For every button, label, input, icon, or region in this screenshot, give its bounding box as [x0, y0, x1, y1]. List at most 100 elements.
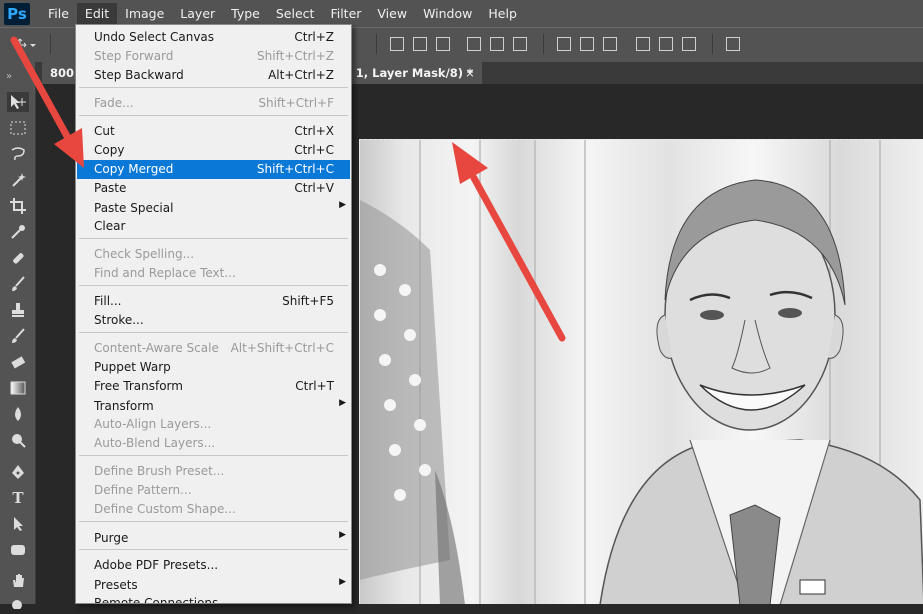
distribute-vertical-center-icon[interactable]: [580, 37, 594, 51]
healing-brush-tool-icon[interactable]: [7, 248, 29, 268]
menu-item-label: Define Pattern...: [94, 483, 192, 497]
menu-item-label: Transform: [94, 399, 154, 413]
menu-item-label: Define Custom Shape...: [94, 502, 236, 516]
menu-file[interactable]: File: [40, 3, 77, 24]
crop-tool-icon[interactable]: [7, 196, 29, 216]
brush-tool-icon[interactable]: [7, 274, 29, 294]
blur-tool-icon[interactable]: [7, 404, 29, 424]
distribute-bottom-icon[interactable]: [603, 37, 617, 51]
menu-item-define-brush[interactable]: Define Brush Preset...: [77, 462, 350, 481]
menu-item-remote-connections[interactable]: Remote Connections...: [77, 594, 350, 603]
menu-item-shortcut: Shift+Ctrl+F: [258, 96, 334, 110]
menu-item-free-transform[interactable]: Free Transform Ctrl+T: [77, 377, 350, 396]
menu-item-copy-merged[interactable]: Copy Merged Shift+Ctrl+C: [77, 160, 350, 179]
menu-item-presets[interactable]: Presets ▶: [77, 576, 350, 595]
auto-align-icon[interactable]: [726, 37, 740, 51]
menu-item-cut[interactable]: Cut Ctrl+X: [77, 122, 350, 141]
history-brush-tool-icon[interactable]: [7, 326, 29, 346]
pen-tool-icon[interactable]: [7, 462, 29, 482]
clone-stamp-tool-icon[interactable]: [7, 300, 29, 320]
menu-help[interactable]: Help: [480, 3, 525, 24]
distribute-left-icon[interactable]: [636, 37, 650, 51]
lasso-tool-icon[interactable]: [7, 144, 29, 164]
menu-item-step-forward[interactable]: Step Forward Shift+Ctrl+Z: [77, 47, 350, 66]
menu-item-find-replace[interactable]: Find and Replace Text...: [77, 264, 350, 283]
menu-item-clear[interactable]: Clear: [77, 217, 350, 236]
menu-item-pdf-presets[interactable]: Adobe PDF Presets...: [77, 556, 350, 575]
align-right-icon[interactable]: [513, 37, 527, 51]
menu-item-copy[interactable]: Copy Ctrl+C: [77, 141, 350, 160]
eyedropper-tool-icon[interactable]: [7, 222, 29, 242]
menu-item-label: Cut: [94, 124, 115, 138]
move-tool-icon[interactable]: [7, 92, 29, 112]
menu-item-label: Find and Replace Text...: [94, 266, 236, 280]
menu-separator: [79, 115, 348, 116]
photoshop-logo: Ps: [4, 2, 30, 25]
distribute-top-icon[interactable]: [557, 37, 571, 51]
collapse-panel-icon[interactable]: »: [3, 66, 15, 86]
menu-layer[interactable]: Layer: [172, 3, 223, 24]
menu-item-shortcut: Ctrl+T: [295, 379, 334, 393]
magic-wand-tool-icon[interactable]: [7, 170, 29, 190]
align-top-icon[interactable]: [390, 37, 404, 51]
distribute-right-icon[interactable]: [682, 37, 696, 51]
menu-item-label: Paste: [94, 181, 127, 195]
menu-item-undo[interactable]: Undo Select Canvas Ctrl+Z: [77, 28, 350, 47]
menu-item-auto-blend[interactable]: Auto-Blend Layers...: [77, 434, 350, 453]
menu-item-paste[interactable]: Paste Ctrl+V: [77, 179, 350, 198]
eraser-tool-icon[interactable]: [7, 352, 29, 372]
menu-item-check-spelling[interactable]: Check Spelling...: [77, 245, 350, 264]
type-tool-icon[interactable]: T: [7, 488, 29, 508]
document-canvas-photo[interactable]: [359, 139, 923, 604]
menu-item-stroke[interactable]: Stroke...: [77, 311, 350, 330]
menu-select[interactable]: Select: [268, 3, 323, 24]
menu-image[interactable]: Image: [117, 3, 172, 24]
menu-item-shortcut: Ctrl+V: [294, 181, 334, 195]
menu-item-paste-special[interactable]: Paste Special ▶: [77, 199, 350, 218]
flag-graphic: [360, 200, 465, 604]
menu-item-fill[interactable]: Fill... Shift+F5: [77, 292, 350, 311]
menu-item-auto-align[interactable]: Auto-Align Layers...: [77, 415, 350, 434]
menu-type[interactable]: Type: [223, 3, 268, 24]
menu-window[interactable]: Window: [415, 3, 480, 24]
path-selection-tool-icon[interactable]: [7, 514, 29, 534]
align-vertical-center-icon[interactable]: [413, 37, 427, 51]
options-divider: [712, 34, 713, 54]
hand-tool-icon[interactable]: [7, 570, 29, 590]
menu-item-define-pattern[interactable]: Define Pattern...: [77, 481, 350, 500]
menu-separator: [79, 332, 348, 333]
gradient-tool-icon[interactable]: [7, 378, 29, 398]
menu-filter[interactable]: Filter: [322, 3, 369, 24]
align-bottom-icon[interactable]: [436, 37, 450, 51]
align-horizontal-center-icon[interactable]: [490, 37, 504, 51]
menu-item-purge[interactable]: Purge ▶: [77, 529, 350, 548]
menu-item-label: Auto-Blend Layers...: [94, 436, 216, 450]
menu-item-fade[interactable]: Fade... Shift+Ctrl+F: [77, 94, 350, 113]
move-options-icon[interactable]: [12, 37, 36, 52]
marquee-tool-icon[interactable]: [7, 118, 29, 138]
menu-item-content-aware-scale[interactable]: Content-Aware Scale Alt+Shift+Ctrl+C: [77, 339, 350, 358]
menu-item-shortcut: Shift+F5: [282, 294, 334, 308]
menu-separator: [79, 238, 348, 239]
dodge-tool-icon[interactable]: [7, 430, 29, 450]
shape-tool-icon[interactable]: [7, 540, 29, 560]
align-left-icon[interactable]: [467, 37, 481, 51]
menu-item-shortcut: Alt+Ctrl+Z: [268, 68, 334, 82]
zoom-tool-icon[interactable]: [7, 594, 29, 614]
menu-item-puppet-warp[interactable]: Puppet Warp: [77, 358, 350, 377]
menu-item-transform[interactable]: Transform ▶: [77, 397, 350, 416]
menu-item-label: Auto-Align Layers...: [94, 417, 212, 431]
menu-separator: [79, 521, 348, 522]
close-tab-icon[interactable]: ×: [460, 62, 480, 84]
menu-separator: [79, 285, 348, 286]
submenu-arrow-icon: ▶: [339, 398, 346, 408]
menu-item-label: Define Brush Preset...: [94, 464, 225, 478]
menu-item-define-shape[interactable]: Define Custom Shape...: [77, 500, 350, 519]
menu-view[interactable]: View: [369, 3, 415, 24]
menu-item-shortcut: Ctrl+Z: [294, 30, 334, 44]
menu-edit[interactable]: Edit: [76, 3, 118, 24]
menu-item-shortcut: Shift+Ctrl+C: [256, 162, 334, 176]
menu-item-step-backward[interactable]: Step Backward Alt+Ctrl+Z: [77, 66, 350, 85]
distribute-horizontal-center-icon[interactable]: [659, 37, 673, 51]
menu-item-shortcut: Ctrl+X: [294, 124, 334, 138]
